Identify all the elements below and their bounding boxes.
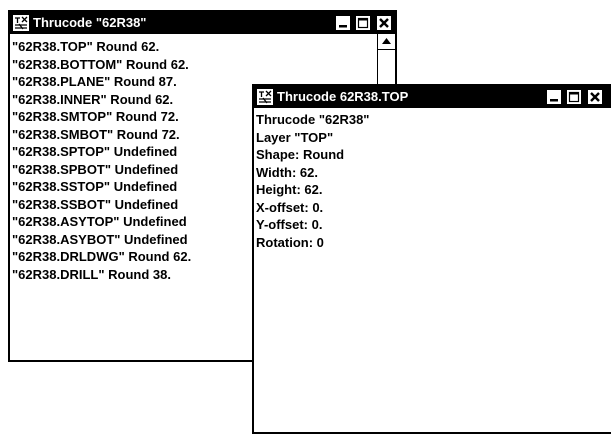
detail-thrucode: Thrucode "62R38" [256,112,370,127]
thrucode-app-icon[interactable] [256,88,274,106]
thrucode-app-icon[interactable] [12,14,30,32]
close-button[interactable] [376,15,392,31]
minimize-icon [339,25,347,28]
minimize-icon [550,99,558,102]
close-icon [590,92,600,102]
minimize-button[interactable] [335,15,351,31]
detail-layer: Layer "TOP" [256,129,334,145]
list-item[interactable]: "62R38.BOTTOM" Round 62. [10,56,377,74]
minimize-button[interactable] [546,89,562,105]
maximize-button[interactable] [355,15,371,31]
detail-shape: Shape: Round [256,147,345,162]
thrucode-list-titlebar[interactable]: Thrucode "62R38" [10,12,395,34]
scroll-up-button[interactable] [378,34,395,50]
detail-rotation: Rotation: 0 [256,234,324,250]
detail-x-offset: X-offset: 0. [256,199,324,215]
detail-height: Height: 62. [256,182,323,197]
maximize-icon [357,17,369,29]
detail-width: Width: 62. [256,164,318,180]
scroll-up-arrow-icon [382,38,391,44]
thrucode-detail-window[interactable]: Thrucode 62R38.TOP Thrucode "62R38" Laye… [252,84,611,434]
thrucode-detail-content: Thrucode "62R38" Layer "TOP" Shape: Roun… [254,108,611,432]
maximize-icon [568,91,580,103]
thrucode-detail-titlebar[interactable]: Thrucode 62R38.TOP [254,86,611,108]
close-button[interactable] [587,89,603,105]
thrucode-list-title: Thrucode "62R38" [33,15,147,30]
thrucode-detail-title: Thrucode 62R38.TOP [277,89,409,104]
detail-y-offset: Y-offset: 0. [256,217,323,232]
close-icon [379,18,389,28]
maximize-button[interactable] [566,89,582,105]
list-item[interactable]: "62R38.TOP" Round 62. [10,38,377,56]
